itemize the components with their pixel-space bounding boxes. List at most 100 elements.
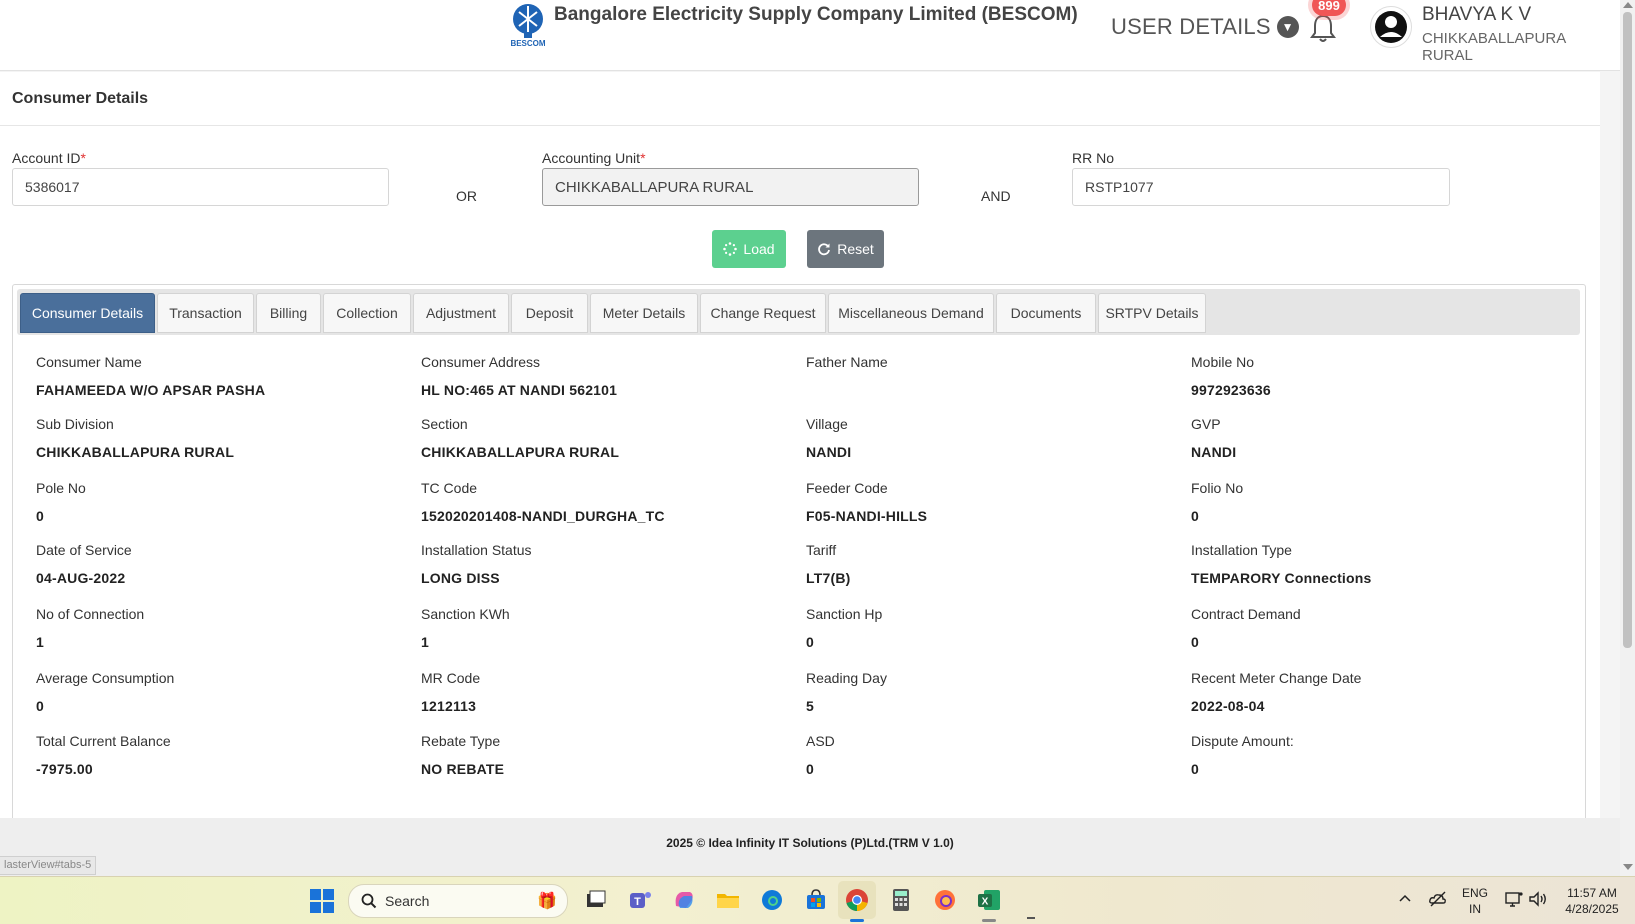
tab-adjustment[interactable]: Adjustment <box>413 293 509 333</box>
field-value: 5 <box>806 698 814 714</box>
windows-start-icon[interactable] <box>310 889 334 913</box>
taskbar-search-label: Search <box>385 893 430 909</box>
field-label: Installation Status <box>421 542 532 558</box>
svg-text:T: T <box>634 896 641 908</box>
or-label: OR <box>456 188 477 204</box>
field-label: Folio No <box>1191 480 1244 496</box>
tab-srtpv-details[interactable]: SRTPV Details <box>1098 293 1206 333</box>
field-label: Section <box>421 416 468 432</box>
avatar-icon[interactable] <box>1370 6 1412 48</box>
user-details-label: USER DETAILS <box>1111 14 1271 39</box>
reset-button[interactable]: Reset <box>807 230 884 268</box>
teams-icon[interactable]: T <box>626 886 654 914</box>
field-label: Date of Service <box>36 542 132 558</box>
field-label: Village <box>806 416 848 432</box>
tab-meter-details[interactable]: Meter Details <box>590 293 698 333</box>
field-value: CHIKKABALLAPURA RURAL <box>421 444 620 460</box>
spinner-icon <box>723 242 738 256</box>
tab-documents[interactable]: Documents <box>996 293 1096 333</box>
field-label: Sanction Hp <box>806 606 883 622</box>
network-display-icon[interactable] <box>1504 890 1524 908</box>
rr-no-label: RR No <box>1072 150 1115 166</box>
field-value: 152020201408-NANDI_DURGHA_TC <box>421 508 665 524</box>
tab-change-request[interactable]: Change Request <box>700 293 826 333</box>
store-icon[interactable] <box>802 886 830 914</box>
tab-billing[interactable]: Billing <box>256 293 321 333</box>
field-label: Installation Type <box>1191 542 1292 558</box>
excel-icon[interactable]: X <box>975 886 1003 914</box>
and-label: AND <box>981 188 1011 204</box>
divider <box>0 125 1600 126</box>
calculator-icon[interactable] <box>887 886 915 914</box>
field-label: Average Consumption <box>36 670 175 686</box>
field-value: TEMPARORY Connections <box>1191 570 1372 586</box>
scroll-up-arrow-icon[interactable] <box>1623 2 1633 8</box>
tab-transaction[interactable]: Transaction <box>157 293 254 333</box>
field-label: Contract Demand <box>1191 606 1301 622</box>
load-button[interactable]: Load <box>712 230 786 268</box>
company-name: Bangalore Electricity Supply Company Lim… <box>554 4 1078 25</box>
edge-icon[interactable] <box>758 886 786 914</box>
scroll-down-arrow-icon[interactable] <box>1623 864 1633 870</box>
refresh-icon <box>818 243 831 256</box>
field-value: 0 <box>1191 508 1199 524</box>
volume-icon[interactable] <box>1528 890 1548 908</box>
accounting-unit-label: Accounting Unit* <box>542 150 646 166</box>
file-explorer-icon[interactable] <box>714 886 742 914</box>
field-label: ASD <box>806 733 835 749</box>
top-header: BESCOM Bangalore Electricity Supply Comp… <box>0 0 1620 71</box>
taskbar-search[interactable]: Search 🎁 <box>348 884 568 918</box>
chevron-down-icon: ▼ <box>1276 16 1299 38</box>
accounting-unit-select[interactable] <box>542 168 919 206</box>
user-name: BHAVYA K V <box>1422 4 1532 25</box>
field-label: Sub Division <box>36 416 114 432</box>
page-title: Consumer Details <box>12 90 149 107</box>
field-value: 9972923636 <box>1191 382 1271 398</box>
language-indicator[interactable]: ENG IN <box>1462 885 1488 917</box>
consumer-details-panel: Consumer Details Account ID* OR Accounti… <box>0 72 1600 818</box>
chevron-up-icon[interactable] <box>1398 892 1412 906</box>
bell-icon[interactable] <box>1308 12 1338 44</box>
svg-text:X: X <box>982 897 989 908</box>
system-clock[interactable]: 11:57 AM 4/28/2025 <box>1552 885 1632 917</box>
tab-deposit[interactable]: Deposit <box>511 293 588 333</box>
tab-strip: Consumer Details Transaction Billing Col… <box>17 289 1580 335</box>
reset-button-label: Reset <box>837 241 874 257</box>
field-value: HL NO:465 AT NANDI 562101 <box>421 382 618 398</box>
firefox-icon[interactable] <box>931 886 959 914</box>
field-value: 0 <box>36 698 44 714</box>
status-bar-url: lasterView#tabs-5 <box>0 856 97 875</box>
task-view-icon[interactable] <box>582 886 610 914</box>
search-icon <box>361 893 377 909</box>
tab-collection[interactable]: Collection <box>323 293 411 333</box>
user-unit: CHIKKABALLAPURA RURAL <box>1422 30 1566 64</box>
field-value: 1 <box>36 634 44 650</box>
copilot-icon[interactable] <box>670 886 698 914</box>
running-app-indicator <box>982 919 996 922</box>
field-value: NANDI <box>806 444 852 460</box>
field-value: LT7(B) <box>806 570 851 586</box>
page-scrollbar[interactable] <box>1620 0 1635 876</box>
tab-miscellaneous-demand[interactable]: Miscellaneous Demand <box>828 293 994 333</box>
user-details-dropdown[interactable]: USER DETAILS ▼ <box>1111 14 1299 40</box>
tab-consumer-details[interactable]: Consumer Details <box>20 293 155 333</box>
field-label: TC Code <box>421 480 478 496</box>
field-value: LONG DISS <box>421 570 500 586</box>
rr-no-input[interactable] <box>1072 168 1450 206</box>
field-value: 04-AUG-2022 <box>36 570 126 586</box>
field-value: CHIKKABALLAPURA RURAL <box>36 444 235 460</box>
chrome-icon[interactable] <box>843 886 871 914</box>
field-value: 2022-08-04 <box>1191 698 1265 714</box>
field-label: No of Connection <box>36 606 145 622</box>
onedrive-offline-icon[interactable] <box>1428 889 1448 909</box>
field-label: Consumer Address <box>421 354 541 370</box>
field-value: 0 <box>806 634 814 650</box>
active-app-indicator <box>850 919 864 922</box>
account-id-label: Account ID* <box>12 150 86 166</box>
field-label: Feeder Code <box>806 480 888 496</box>
field-value: FAHAMEEDA W/O APSAR PASHA <box>36 382 266 398</box>
account-id-input[interactable] <box>12 168 389 206</box>
scroll-thumb[interactable] <box>1623 12 1632 648</box>
field-value: 1 <box>421 634 429 650</box>
field-label: Recent Meter Change Date <box>1191 670 1362 686</box>
